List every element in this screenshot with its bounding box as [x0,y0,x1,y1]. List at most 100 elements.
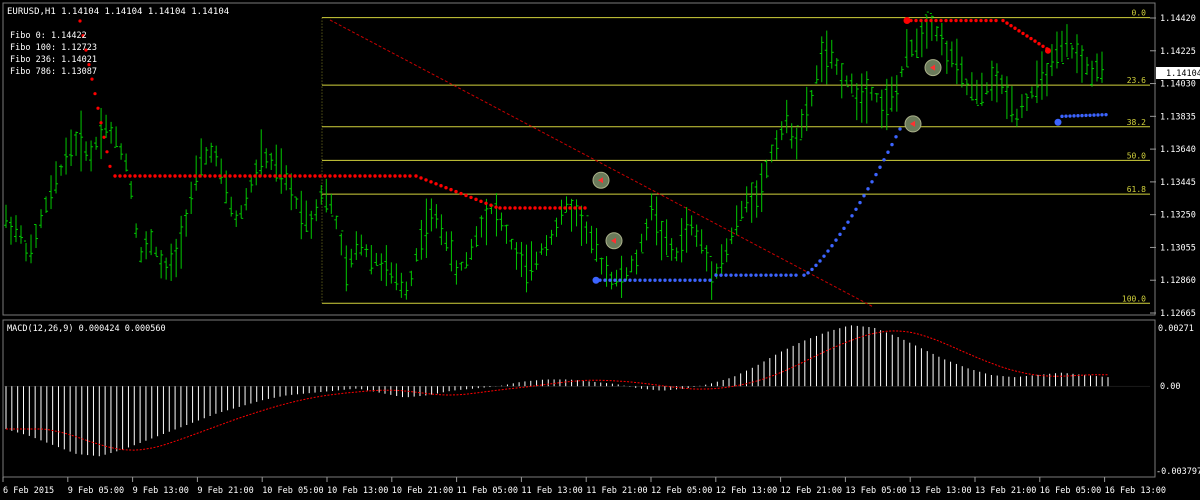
sar-high-dot [388,174,392,178]
sar-low-dot [698,278,702,282]
sar-high-dot [583,206,587,210]
sar-low-dot [866,187,870,191]
time-tick-label: 13 Feb 13:00 [910,486,971,496]
sar-high-dot [419,176,423,180]
sar-low-dot [688,278,692,282]
price-tick-label: 1.14030 [1160,80,1196,90]
sar-low-dot [668,278,672,282]
fibo-info-1: Fibo 100: 1.12723 [10,43,97,53]
sar-high-dot [363,174,367,178]
sar-high-dot [439,184,443,188]
sar-high-dot [93,92,97,96]
sar-high-dot [203,174,207,178]
sar-low-dot [613,278,617,282]
sar-high-dot [1001,18,1005,23]
sar-high-dot [1021,31,1025,36]
sar-low-dot [734,273,738,277]
symbol-header: EURUSD,H1 1.14104 1.14104 1.14104 1.1410… [7,7,229,17]
sar-high-dot [469,195,473,200]
sar-high-dot [444,185,448,190]
sar-high-dot [503,206,507,210]
sar-low-dot [643,278,647,282]
sar-high-dot [118,174,122,178]
sar-low-dot [638,278,642,282]
sar-high-dot [233,174,237,178]
sar-high-dot [398,174,402,178]
sar-low-dot [834,238,838,242]
fib-level-label: 38.2 [1127,118,1146,127]
sar-high-dot [303,174,307,178]
sar-high-dot [489,203,493,207]
sar-high-dot [964,18,968,23]
sar-high-dot [573,206,577,210]
sar-low-dot [603,278,607,282]
sar-high-dot [123,174,127,178]
sar-low-dot [764,273,768,277]
sar-high-dot [528,206,532,210]
sar-high-dot [353,174,357,178]
trading-chart[interactable]: 0.0 23.6 38.2 50.0 61.8 100.0 EURUSD,H1 1.141… [0,0,1200,500]
sar-high-dot [523,206,527,210]
time-tick-label: 13 Feb 21:00 [975,486,1036,496]
sar-low-dot [724,273,728,277]
sar-high-dot [533,206,537,210]
sar-low-dot [814,263,818,268]
time-tick-label: 12 Feb 21:00 [781,486,842,496]
sar-low-dot [714,273,718,277]
sar-low-dot [1092,113,1096,117]
sar-low-dot [633,278,637,282]
sar-high-dot [403,174,407,178]
sar-high-dot [408,174,412,178]
sar-high-dot [989,18,993,23]
price-tick-label: 1.13445 [1160,178,1196,188]
sar-low-dot [826,249,830,253]
sar-high-dot [96,106,100,110]
sar-high-dot [238,174,242,178]
sar-high-dot [283,174,287,178]
sar-high-dot [944,18,948,23]
macd-title: MACD(12,26,9) 0.000424 0.000560 [7,324,166,334]
sar-high-dot [99,121,103,125]
sar-low-dot [618,278,622,282]
sar-high-dot [914,18,918,23]
sar-high-dot [568,206,572,210]
sar-high-dot [934,18,938,23]
sar-low-dot [703,278,707,282]
sar-low-dot [779,273,783,277]
sar-low-dot [784,273,788,277]
sar-high-dot [183,174,187,178]
sar-high-dot [128,174,132,178]
sar-high-dot [383,174,387,178]
time-tick-label: 11 Feb 21:00 [586,486,647,496]
sar-low-dot [628,278,632,282]
sar-high-dot [558,206,562,210]
sar-high-dot [348,174,352,178]
sar-high-dot [424,178,428,182]
sar-low-dot [1064,114,1068,118]
sar-low-dot [608,278,612,282]
price-tick-label: 1.13055 [1160,243,1196,253]
sar-low-dot [890,142,894,147]
time-tick-label: 10 Feb 13:00 [327,486,388,496]
price-tick-label: 1.14420 [1160,14,1196,24]
sar-low-dot [744,273,748,277]
sar-low-dot [1068,114,1072,118]
sar-high-dot [90,77,94,81]
sar-low-dot [818,259,822,263]
sar-high-dot [148,174,152,178]
sar-low-dot [810,267,814,272]
sar-high-dot [378,174,382,178]
sar-high-dot [368,174,372,178]
sar-low-dot [842,226,846,231]
macd-scale-top: 0.00271 [1158,324,1194,334]
sar-high-dot [198,174,202,178]
chart-background [0,0,1200,500]
sar-low-dot [769,273,773,277]
sar-low-dot [822,254,826,258]
sar-low-dot [1100,113,1104,117]
fib-level-label: 61.8 [1127,185,1146,194]
sar-low-dot [898,127,902,131]
sar-high-dot [1009,23,1013,28]
sar-high-dot [454,189,458,194]
fib-level-label: 50.0 [1127,151,1146,160]
